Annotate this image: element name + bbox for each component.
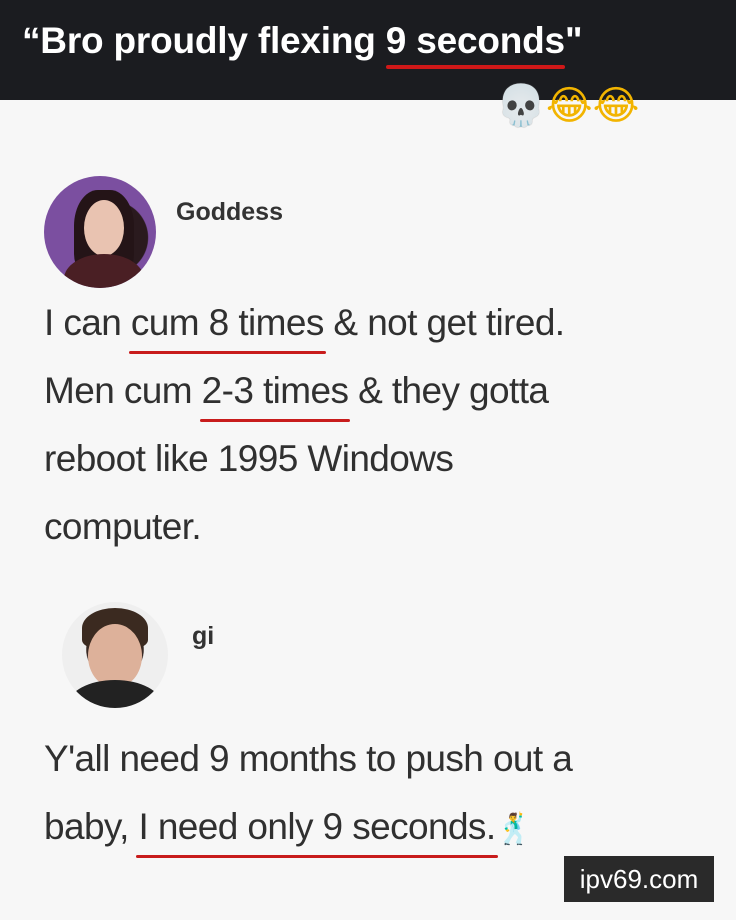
underlined-text: I need only 9 seconds. <box>136 806 498 858</box>
text-segment: baby, <box>44 806 139 847</box>
avatar-goddess[interactable] <box>44 176 156 288</box>
post2-line-2: baby, I need only 9 seconds.🕺 <box>44 806 533 858</box>
post1-line-1: I can cum 8 times & not get tired. <box>44 302 565 354</box>
underlined-text: cum 8 times <box>128 302 326 354</box>
reaction-emojis: 💀😂😂 <box>496 86 639 126</box>
post2-line-1: Y'all need 9 months to push out a <box>44 738 573 779</box>
post1-line-4: computer. <box>44 506 202 547</box>
caption-title-prefix: “Bro proudly flexing <box>22 20 386 61</box>
caption-title: “Bro proudly flexing 9 seconds" <box>22 20 583 69</box>
laughing-icon: 😂 <box>545 83 593 129</box>
watermark: ipv69.com <box>564 856 714 902</box>
avatar-face <box>88 624 142 688</box>
text-segment: Men cum <box>44 370 202 411</box>
avatar-gi[interactable] <box>62 602 168 708</box>
skull-icon: 💀 <box>496 83 546 129</box>
caption-title-highlight: 9 seconds <box>385 20 565 69</box>
avatar-shirt <box>68 680 162 708</box>
avatar-face <box>84 200 124 256</box>
text-segment: & not get tired. <box>323 302 565 343</box>
username-gi[interactable]: gi <box>192 622 214 651</box>
text-segment: I can <box>44 302 131 343</box>
post1-line-2: Men cum 2-3 times & they gotta <box>44 370 549 422</box>
underlined-text: 2-3 times <box>199 370 351 422</box>
text-segment: & they gotta <box>348 370 549 411</box>
caption-title-suffix: " <box>564 20 583 61</box>
username-goddess[interactable]: Goddess <box>176 198 283 227</box>
post1-line-3: reboot like 1995 Windows <box>44 438 454 479</box>
laughing-icon: 😂 <box>592 83 640 129</box>
dancing-icon: 🕺 <box>495 812 533 847</box>
